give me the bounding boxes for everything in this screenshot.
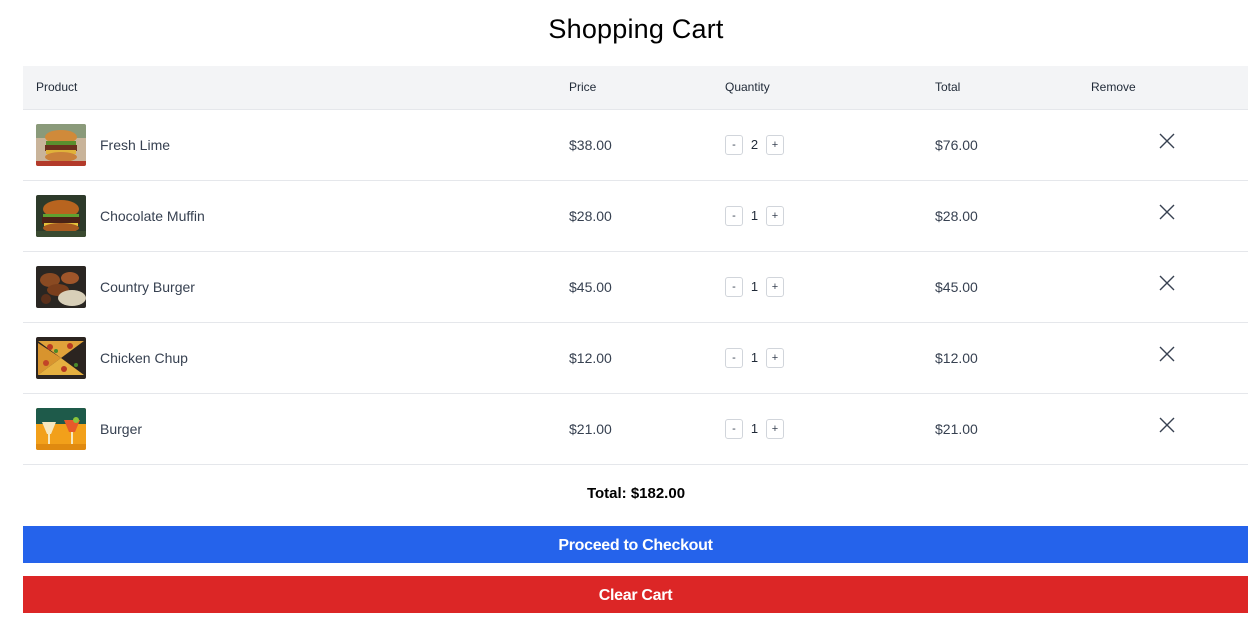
increment-button[interactable]: + [766,276,784,297]
product-image [36,407,86,450]
price-cell: $12.00 [556,322,712,394]
header-quantity: Quantity [712,66,922,110]
shopping-cart-page: Shopping Cart Product Price Quantity Tot… [0,0,1260,623]
increment-button[interactable]: + [766,205,784,226]
increment-button[interactable]: + [766,134,784,155]
quantity-value: 2 [750,137,759,152]
product-cell: Chicken Chup [36,336,556,379]
decrement-button[interactable]: - [725,205,743,226]
increment-button[interactable]: + [766,418,784,439]
table-row: Chocolate Muffin $28.00 - 1 + $28.00 [23,180,1248,252]
product-image [36,123,86,166]
total-cell: $28.00 [922,180,1078,252]
close-icon [1159,346,1175,362]
table-row: Chicken Chup $12.00 - 1 + $12.00 [23,322,1248,394]
total-cell: $45.00 [922,251,1078,323]
header-product: Product [23,66,556,110]
cart-table: Product Price Quantity Total Remove Fres… [23,66,1248,465]
quantity-value: 1 [750,279,759,294]
remove-item-button[interactable] [1157,415,1177,435]
page-title: Shopping Cart [548,14,724,44]
table-row: Fresh Lime $38.00 - 2 + $76.00 [23,109,1248,181]
checkout-button[interactable]: Proceed to Checkout [23,526,1248,563]
product-image [36,265,86,308]
header-price: Price [556,66,712,110]
table-header-row: Product Price Quantity Total Remove [23,66,1248,110]
product-cell: Burger [36,407,556,450]
product-cell: Fresh Lime [36,123,556,166]
product-image [36,194,86,237]
product-cell: Country Burger [36,265,556,308]
product-name: Burger [100,420,143,437]
clear-cart-button[interactable]: Clear Cart [23,576,1248,613]
table-row: Country Burger $45.00 - 1 + $45.00 [23,251,1248,323]
remove-item-button[interactable] [1157,344,1177,364]
close-icon [1159,133,1175,149]
total-cell: $76.00 [922,109,1078,181]
quantity-stepper: - 1 + [725,205,922,226]
quantity-stepper: - 1 + [725,276,922,297]
quantity-value: 1 [750,208,759,223]
quantity-value: 1 [750,421,759,436]
close-icon [1159,275,1175,291]
quantity-value: 1 [750,350,759,365]
quantity-stepper: - 2 + [725,134,922,155]
header-total: Total [922,66,1078,110]
decrement-button[interactable]: - [725,347,743,368]
product-name: Country Burger [100,278,195,295]
quantity-stepper: - 1 + [725,418,922,439]
total-cell: $21.00 [922,393,1078,465]
total-cell: $12.00 [922,322,1078,394]
remove-item-button[interactable] [1157,273,1177,293]
header-remove: Remove [1078,66,1248,110]
table-row: Burger $21.00 - 1 + $21.00 [23,393,1248,465]
product-name: Chocolate Muffin [100,207,205,224]
price-cell: $21.00 [556,393,712,465]
close-icon [1159,417,1175,433]
price-cell: $28.00 [556,180,712,252]
product-name: Fresh Lime [100,136,171,153]
quantity-stepper: - 1 + [725,347,922,368]
increment-button[interactable]: + [766,347,784,368]
cart-total: Total: $182.00 [586,485,686,502]
remove-item-button[interactable] [1157,131,1177,151]
remove-item-button[interactable] [1157,202,1177,222]
product-cell: Chocolate Muffin [36,194,556,237]
decrement-button[interactable]: - [725,418,743,439]
price-cell: $45.00 [556,251,712,323]
product-name: Chicken Chup [100,349,188,366]
price-cell: $38.00 [556,109,712,181]
close-icon [1159,204,1175,220]
decrement-button[interactable]: - [725,276,743,297]
product-image [36,336,86,379]
decrement-button[interactable]: - [725,134,743,155]
